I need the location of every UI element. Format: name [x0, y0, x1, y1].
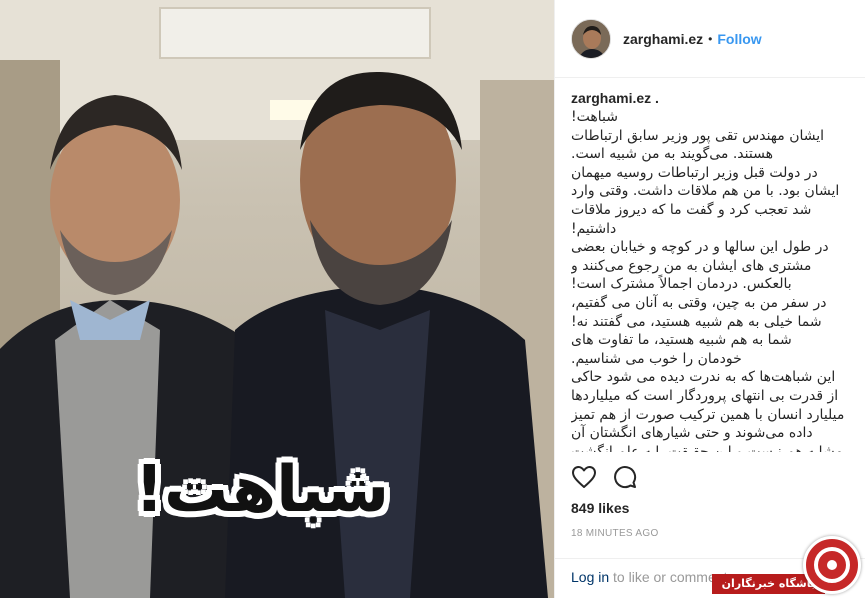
post-header: zarghami.ez • Follow [555, 0, 865, 78]
caption-text: شباهت! ایشان مهندس تقی پور وزیر سابق ارت… [571, 108, 851, 452]
caption-area[interactable]: zarghami.ez . شباهت! ایشان مهندس تقی پور… [571, 90, 851, 452]
caption-line: مشتری های ایشان به من رجوع می‌کنند و [571, 257, 812, 274]
username-link[interactable]: zarghami.ez [623, 31, 703, 47]
avatar[interactable] [571, 18, 611, 59]
heart-icon[interactable] [571, 465, 597, 489]
post-side-panel: zarghami.ez • Follow zarghami.ez . شباهت… [554, 0, 865, 598]
watermark-logo-glyph [814, 547, 850, 583]
photo-caption-sticker: شباهت! [134, 453, 390, 527]
caption-line: میلیارد انسان با همین ترکیب صورت از هم ت… [571, 406, 845, 423]
caption-line: داشتیم! [571, 220, 617, 237]
avatar-image [572, 19, 610, 58]
caption-line: این شباهت‌ها که به ندرت دیده می شود حاکی [571, 369, 836, 386]
watermark-logo-icon [803, 536, 861, 594]
separator-dot: • [708, 31, 713, 46]
news-agency-watermark: باشگاه خبرنگاران [711, 528, 865, 598]
comment-icon[interactable] [613, 465, 637, 489]
caption-line: خودمان را خوب می شناسیم. [571, 350, 742, 367]
post-actions [571, 465, 637, 489]
caption-line: از قدرت بی انتهای پروردگار است که میلیار… [571, 387, 839, 404]
post-photo[interactable]: شباهت! [0, 0, 554, 598]
caption-line: در سفر من به چین، وقتی به آنان می گفتیم، [571, 294, 827, 311]
caption-line: هستند. می‌گویند به من شبیه است. [571, 146, 773, 163]
caption-username[interactable]: zarghami.ez . [571, 90, 851, 106]
caption-line: شباهت! [571, 109, 618, 125]
caption-line: در دولت قبل وزیر ارتباطات روسیه میهمان [571, 164, 818, 181]
login-link[interactable]: Log in [571, 569, 609, 585]
caption-line: ایشان مهندس تقی پور وزیر سابق ارتباطات [571, 127, 825, 144]
caption-line: ایشان بود. با من هم ملاقات داشت. وقتی وا… [571, 183, 840, 200]
caption-line: شد تعجب کرد و گفت ما که دیروز ملاقات [571, 201, 812, 218]
caption-line: بالعکس. دردمان اجمالاً مشترک است! [571, 276, 792, 293]
post-timestamp[interactable]: 18 MINUTES AGO [571, 528, 659, 539]
like-count[interactable]: 849 likes [571, 500, 629, 516]
caption-line: شما خیلی به هم شبیه هستید، می گفتند نه! [571, 313, 822, 330]
follow-button[interactable]: Follow [717, 31, 761, 47]
caption-line: در طول این سالها و در کوچه و خیابان بعضی [571, 239, 829, 256]
caption-line: داده می‌شوند و حتی شیارهای انگشتان آن [571, 425, 813, 442]
caption-line: مشابه هم نیست و این حقیقت پایه علم انگشت [571, 443, 843, 452]
caption-line: شما به هم شبیه هستید، ما تفاوت های [571, 332, 792, 349]
